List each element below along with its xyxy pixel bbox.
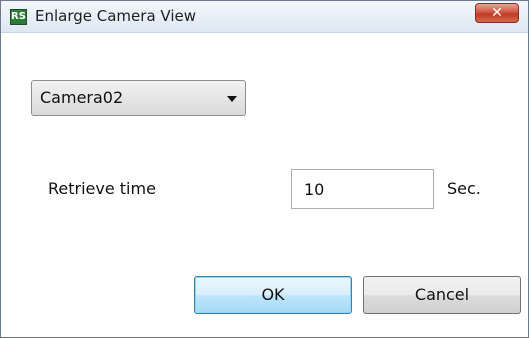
ok-button[interactable]: OK (194, 276, 352, 314)
chevron-down-icon (227, 96, 237, 102)
seconds-unit-label: Sec. (447, 179, 481, 198)
retrieve-time-input[interactable] (291, 169, 434, 209)
rs-app-icon: RS (10, 9, 27, 25)
enlarge-camera-view-dialog: RS Enlarge Camera View ✕ Camera02 Retrie… (0, 0, 529, 338)
window-title: Enlarge Camera View (35, 7, 196, 25)
camera-select-value: Camera02 (40, 88, 124, 107)
close-icon: ✕ (491, 5, 503, 21)
cancel-button[interactable]: Cancel (363, 276, 521, 314)
retrieve-time-label: Retrieve time (48, 179, 156, 198)
close-button[interactable]: ✕ (475, 3, 519, 23)
camera-select-dropdown[interactable]: Camera02 (31, 80, 246, 116)
title-bar[interactable]: RS Enlarge Camera View ✕ (1, 1, 528, 33)
